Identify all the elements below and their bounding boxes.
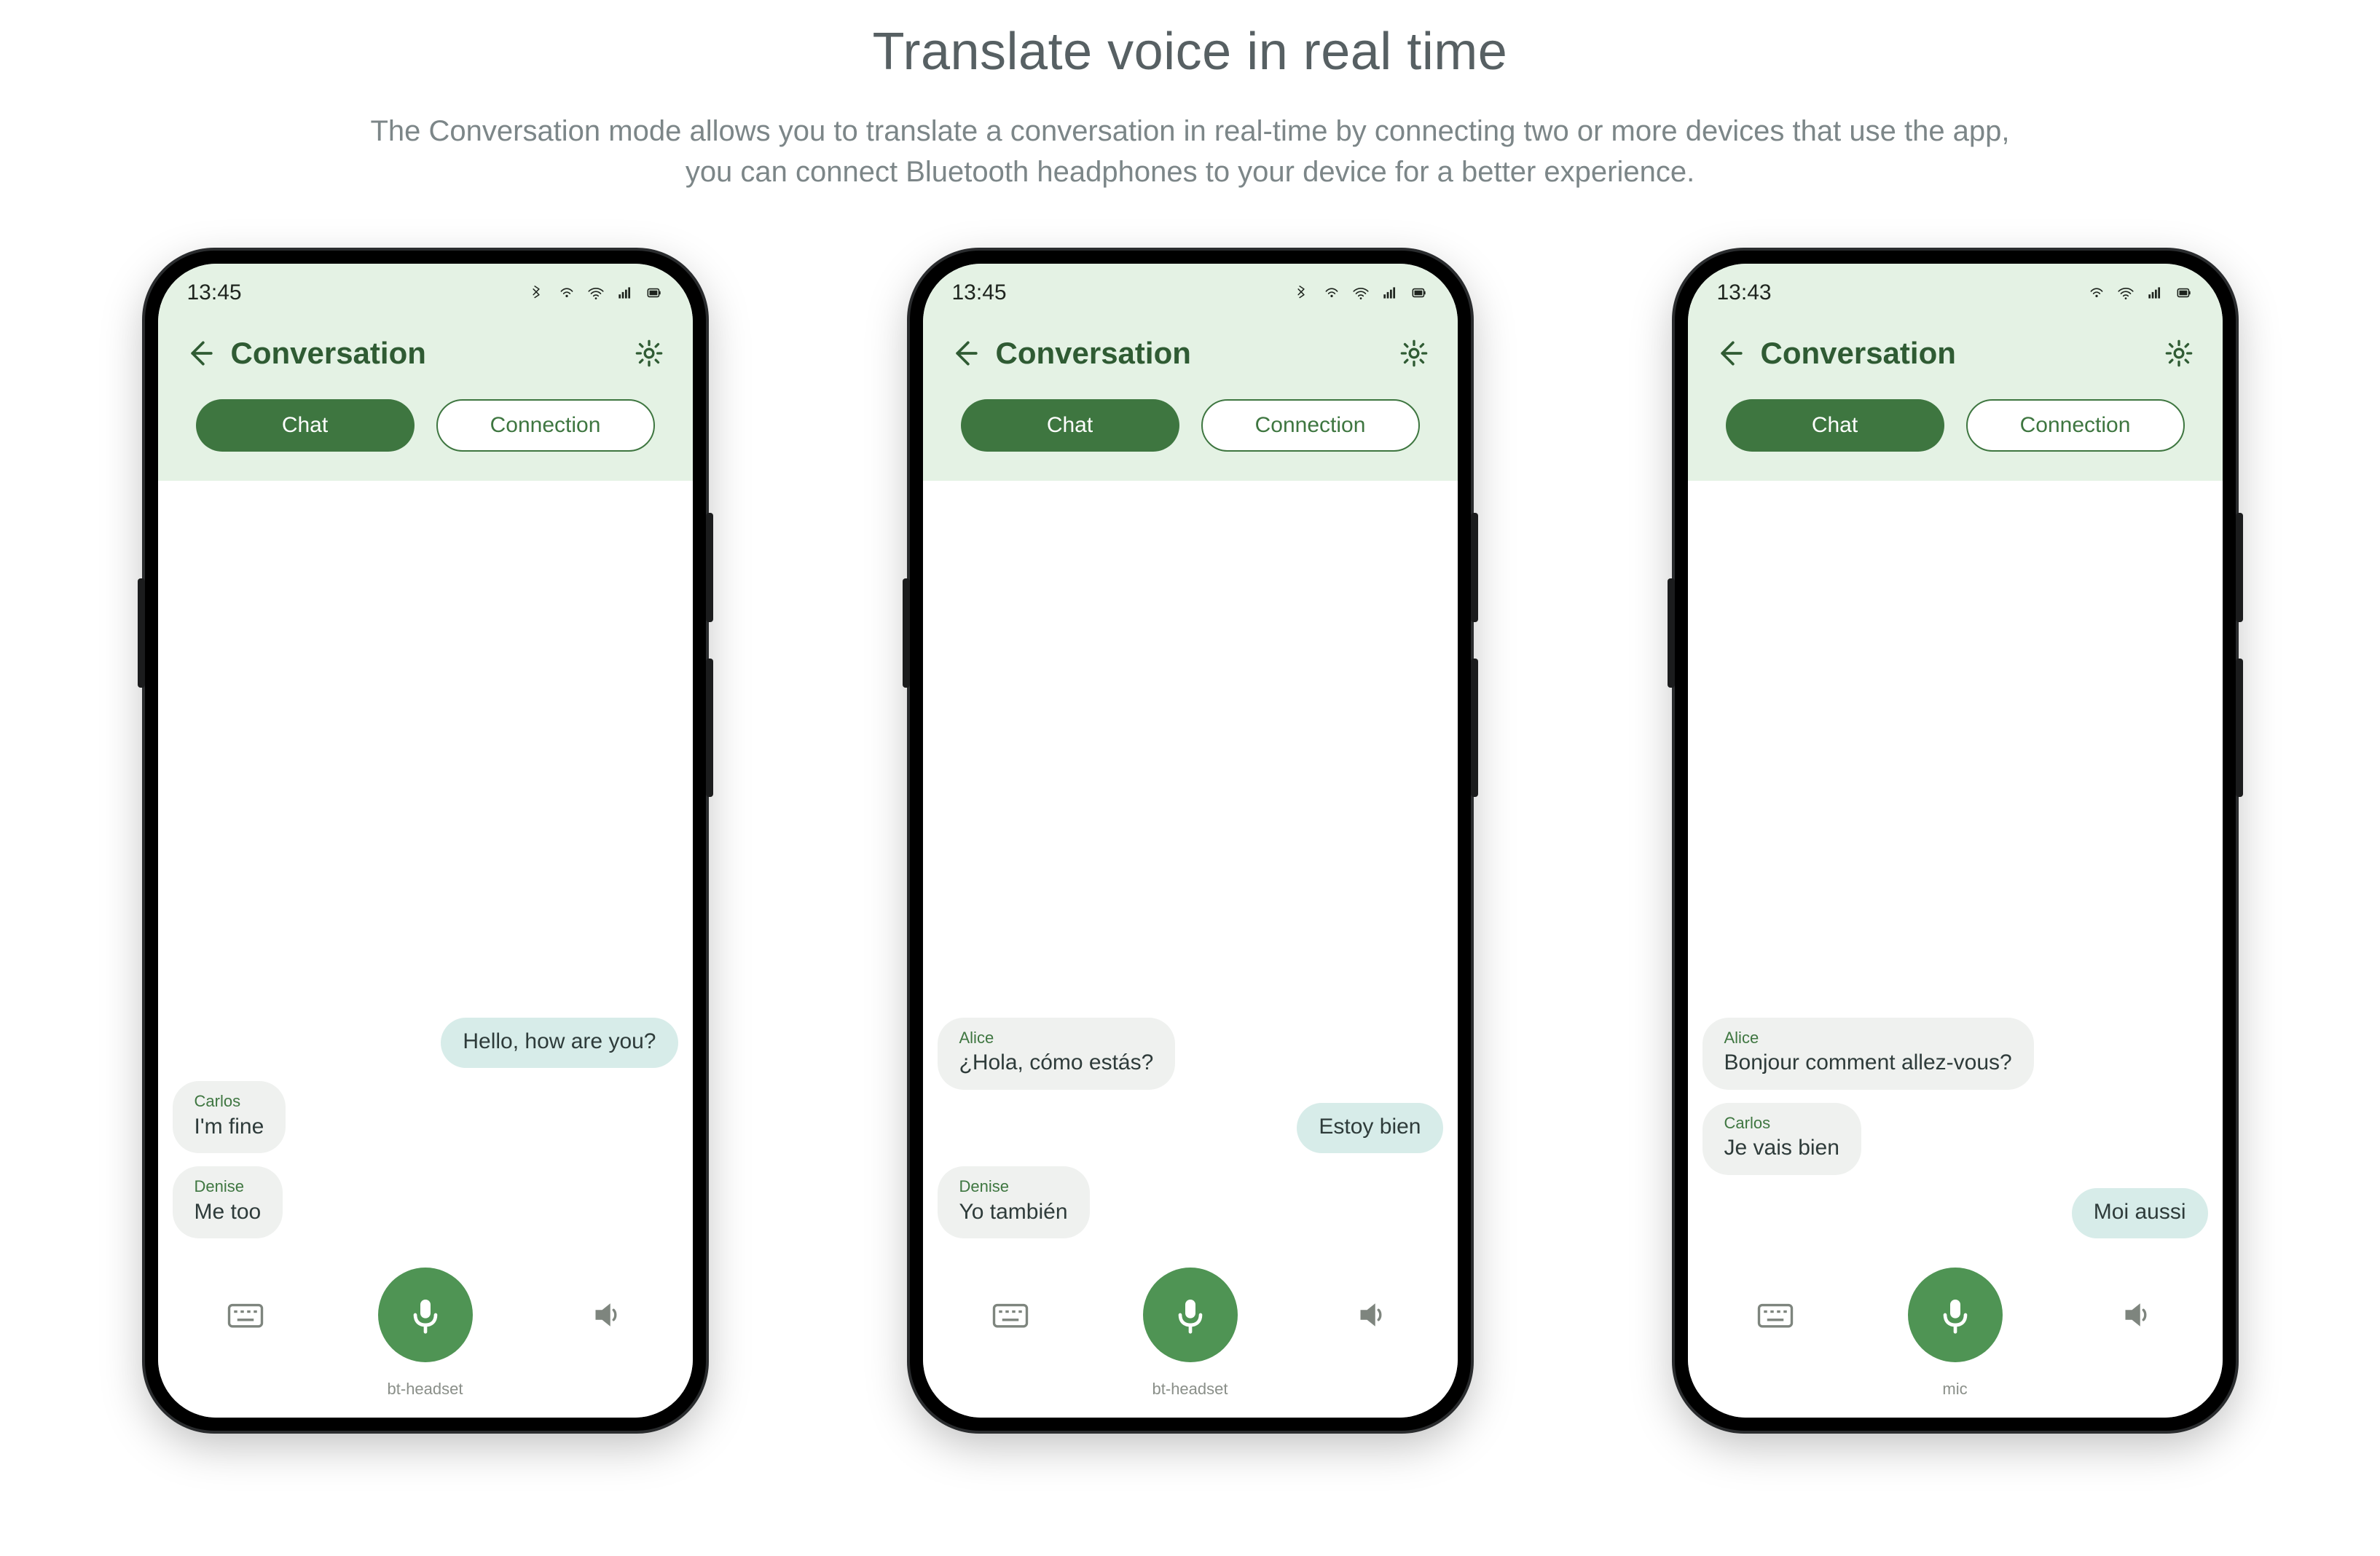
status-tray [2087,283,2194,302]
app-header: Conversation Chat Connection [1688,322,2223,481]
phone-side-button [2236,513,2243,622]
tab-chat[interactable]: Chat [961,399,1179,452]
phone-mockup: 13:45 Conversation Chat Connection [145,251,706,1431]
tab-connection[interactable]: Connection [1966,399,2185,452]
status-tray [528,283,664,302]
tab-connection[interactable]: Connection [1201,399,1420,452]
chat-message: Denise Me too [173,1166,283,1238]
tab-chat[interactable]: Chat [196,399,415,452]
phone-mockup: 13:45 Conversation Chat Connection Alic [910,251,1471,1431]
subtitle-line-1: The Conversation mode allows you to tran… [370,115,2009,147]
message-sender: Carlos [195,1091,264,1112]
keyboard-button[interactable] [967,1271,1054,1359]
screen-title: Conversation [996,336,1191,371]
message-text: Yo también [959,1198,1068,1226]
wifi-icon [2116,283,2135,302]
speaker-button[interactable] [2092,1271,2179,1359]
settings-button[interactable] [1392,331,1436,375]
phone-side-button [903,578,910,688]
keyboard-button[interactable] [202,1271,289,1359]
status-bar: 13:45 [158,264,693,322]
phone-side-button [706,659,713,797]
phone-side-button [1471,659,1478,797]
speaker-button[interactable] [562,1271,649,1359]
chat-bottom-bar [923,1253,1458,1384]
chat-bottom-bar [1688,1253,2223,1384]
chat-messages: Alice Bonjour comment allez-vous? Carlos… [1688,495,2223,1253]
message-sender: Denise [195,1176,262,1197]
chat-message: Alice ¿Hola, cómo estás? [938,1018,1176,1090]
message-text: ¿Hola, cómo estás? [959,1049,1154,1077]
mic-output-label: bt-headset [158,1380,693,1418]
back-button[interactable] [1710,331,1753,375]
app-header: Conversation Chat Connection [158,322,693,481]
status-clock: 13:45 [952,280,1007,305]
phone-side-button [1471,513,1478,622]
chat-messages: Alice ¿Hola, cómo estás? Estoy bien Deni… [923,495,1458,1253]
wifi-icon [1351,283,1370,302]
tab-connection[interactable]: Connection [436,399,655,452]
wifi-alt-icon [2087,283,2106,302]
screen-title: Conversation [1761,336,1956,371]
back-button[interactable] [945,331,989,375]
message-text: Je vais bien [1724,1134,1839,1162]
message-sender: Carlos [1724,1113,1839,1133]
message-text: Me too [195,1198,262,1226]
status-clock: 13:45 [187,280,242,305]
battery-icon [645,283,664,302]
message-text: I'm fine [195,1113,264,1141]
mic-button[interactable] [1143,1268,1238,1362]
message-text: Bonjour comment allez-vous? [1724,1049,2012,1077]
message-text: Estoy bien [1319,1113,1421,1141]
wifi-icon [586,283,605,302]
status-clock: 13:43 [1717,280,1772,305]
mic-output-label: bt-headset [923,1380,1458,1418]
message-text: Hello, how are you? [463,1028,656,1056]
wifi-alt-icon [557,283,576,302]
settings-button[interactable] [627,331,671,375]
chat-message: Carlos I'm fine [173,1081,286,1153]
battery-icon [2175,283,2194,302]
chat-messages: Hello, how are you? Carlos I'm fine Deni… [158,495,693,1253]
chat-message: Hello, how are you? [441,1018,678,1069]
wifi-alt-icon [1322,283,1341,302]
message-sender: Alice [1724,1028,2012,1048]
message-sender: Alice [959,1028,1154,1048]
feature-subtitle: The Conversation mode allows you to tran… [243,111,2137,192]
phone-side-button [2236,659,2243,797]
subtitle-line-2: you can connect Bluetooth headphones to … [686,156,1694,188]
message-text: Moi aussi [2094,1198,2186,1226]
battery-icon [1410,283,1429,302]
settings-button[interactable] [2157,331,2201,375]
message-sender: Denise [959,1176,1068,1197]
app-header: Conversation Chat Connection [923,322,1458,481]
chat-message: Estoy bien [1297,1103,1442,1154]
screen-title: Conversation [231,336,426,371]
status-bar: 13:45 [923,264,1458,322]
mic-button[interactable] [378,1268,473,1362]
bluetooth-icon [1293,283,1312,302]
bluetooth-icon [528,283,547,302]
status-tray [1293,283,1429,302]
speaker-button[interactable] [1327,1271,1414,1359]
phone-side-button [138,578,145,688]
chat-message: Denise Yo también [938,1166,1090,1238]
phone-mockup: 13:43 Conversation Chat Connection Alic [1675,251,2236,1431]
phone-side-button [706,513,713,622]
status-bar: 13:43 [1688,264,2223,322]
signal-icon [1381,283,1399,302]
keyboard-button[interactable] [1732,1271,1819,1359]
chat-message: Alice Bonjour comment allez-vous? [1702,1018,2034,1090]
signal-icon [2145,283,2164,302]
phone-side-button [1668,578,1675,688]
back-button[interactable] [180,331,224,375]
feature-title: Translate voice in real time [0,22,2380,82]
signal-icon [616,283,635,302]
mic-output-label: mic [1688,1380,2223,1418]
chat-bottom-bar [158,1253,693,1384]
mic-button[interactable] [1908,1268,2003,1362]
tab-chat[interactable]: Chat [1726,399,1944,452]
chat-message: Moi aussi [2072,1188,2208,1239]
chat-message: Carlos Je vais bien [1702,1103,1861,1175]
